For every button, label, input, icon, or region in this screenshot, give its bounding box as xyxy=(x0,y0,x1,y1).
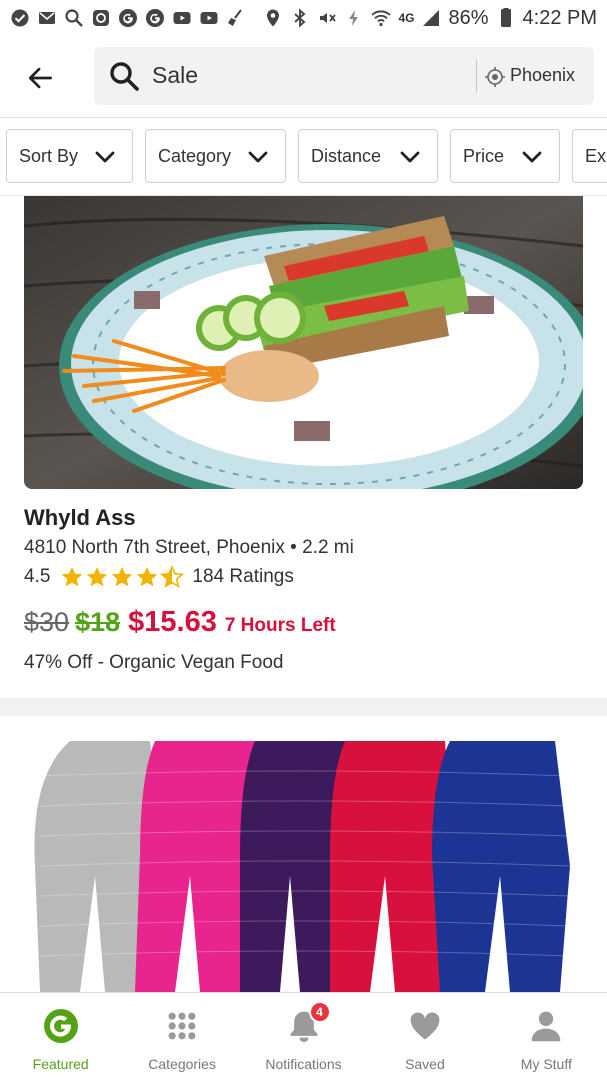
status-bar: 4G 86% 4:22 PM xyxy=(0,0,607,36)
rating-stars xyxy=(60,565,185,589)
nav-categories[interactable]: Categories xyxy=(121,993,242,1080)
search-icon xyxy=(64,8,84,28)
nav-featured[interactable]: Featured xyxy=(0,993,121,1080)
chevron-down-icon xyxy=(400,151,420,163)
camera-icon xyxy=(91,8,111,28)
nav-label: Notifications xyxy=(265,1056,342,1072)
search-icon xyxy=(110,62,139,91)
original-price: $30 xyxy=(24,607,70,637)
bell-icon: 4 xyxy=(285,1001,331,1045)
person-icon xyxy=(527,1007,565,1045)
youtube-icon xyxy=(172,8,192,28)
deal-subtitle: 47% Off - Organic Vegan Food xyxy=(24,652,284,673)
nav-my-stuff[interactable]: My Stuff xyxy=(486,993,607,1080)
filter-bar: Sort By Category Distance Price Exp xyxy=(0,118,607,196)
check-circle-icon xyxy=(10,8,30,28)
filter-label: Distance xyxy=(311,145,382,166)
broom-icon xyxy=(226,8,246,28)
deal-address: 4810 North 7th Street, Phoenix • 2.2 mi xyxy=(24,537,354,558)
location-icon xyxy=(263,8,283,28)
rating-value: 4.5 xyxy=(24,566,51,587)
card-separator xyxy=(0,698,607,716)
google-icon xyxy=(145,8,165,28)
search-divider xyxy=(476,59,477,93)
star-full-icon xyxy=(137,567,158,587)
status-bar-left xyxy=(10,8,246,28)
promo-price: $15.63 xyxy=(128,606,217,638)
search-box[interactable]: Sale Phoenix xyxy=(94,47,594,105)
star-full-icon xyxy=(62,567,83,587)
clock: 4:22 PM xyxy=(522,6,597,29)
star-half-icon xyxy=(160,565,185,588)
filter-label: Exp xyxy=(585,145,607,166)
nav-label: My Stuff xyxy=(520,1056,572,1072)
filter-expiration[interactable]: Exp xyxy=(572,129,607,183)
nav-saved[interactable]: Saved xyxy=(364,993,485,1080)
nav-label: Saved xyxy=(405,1056,445,1072)
filter-distance[interactable]: Distance xyxy=(298,129,438,183)
time-left: 7 Hours Left xyxy=(224,615,336,636)
chevron-down-icon xyxy=(522,151,542,163)
deal-image-leggings[interactable] xyxy=(0,716,607,992)
location-target-icon xyxy=(485,67,505,87)
mute-icon xyxy=(317,8,337,28)
price-row: $30 $18 $15.63 7 Hours Left xyxy=(24,606,336,639)
leggings-photo xyxy=(0,716,607,992)
chevron-down-icon xyxy=(248,151,268,163)
network-type: 4G xyxy=(398,11,415,25)
deal-image[interactable] xyxy=(24,196,583,489)
filter-label: Sort By xyxy=(19,145,79,166)
nav-label: Featured xyxy=(32,1056,89,1072)
filter-label: Category xyxy=(158,145,232,166)
youtube-icon xyxy=(199,8,219,28)
filter-sort-by[interactable]: Sort By xyxy=(6,129,133,183)
wifi-icon xyxy=(371,8,392,28)
back-button[interactable] xyxy=(22,60,58,96)
data-icon xyxy=(344,8,364,28)
deal-rating: 4.5 184 Ratings xyxy=(24,565,294,589)
battery-percent: 86% xyxy=(448,6,489,29)
status-bar-right: 4G 86% 4:22 PM xyxy=(263,7,597,30)
app-screen: 4G 86% 4:22 PM Sale Phoenix Sort By Cate… xyxy=(0,0,607,1080)
star-full-icon xyxy=(87,567,108,587)
grid-dots-icon xyxy=(163,1007,201,1045)
bluetooth-icon xyxy=(290,8,310,28)
ratings-count: 184 Ratings xyxy=(192,566,294,587)
filter-label: Price xyxy=(463,145,505,166)
filter-price[interactable]: Price xyxy=(450,129,560,183)
heart-icon xyxy=(406,1007,444,1045)
arrow-left-icon xyxy=(28,67,52,89)
google-icon xyxy=(118,8,138,28)
deal-title[interactable]: Whyld Ass xyxy=(24,505,136,531)
star-full-icon xyxy=(112,567,133,587)
search-header: Sale Phoenix xyxy=(0,36,607,118)
groupon-logo-icon xyxy=(42,1007,80,1045)
nav-notifications[interactable]: 4 Notifications xyxy=(243,993,364,1080)
search-input[interactable]: Sale xyxy=(152,62,198,89)
food-plate-photo xyxy=(24,196,583,489)
signal-icon xyxy=(421,8,441,28)
filter-category[interactable]: Category xyxy=(145,129,286,183)
location-selector[interactable]: Phoenix xyxy=(510,65,575,86)
battery-icon xyxy=(496,8,516,28)
chevron-down-icon xyxy=(95,151,115,163)
bottom-nav: Featured Categories 4 Notifications Save… xyxy=(0,992,607,1080)
mail-icon xyxy=(37,8,57,28)
nav-label: Categories xyxy=(148,1056,216,1072)
deal-price: $18 xyxy=(75,607,121,637)
notification-badge: 4 xyxy=(308,1001,331,1023)
